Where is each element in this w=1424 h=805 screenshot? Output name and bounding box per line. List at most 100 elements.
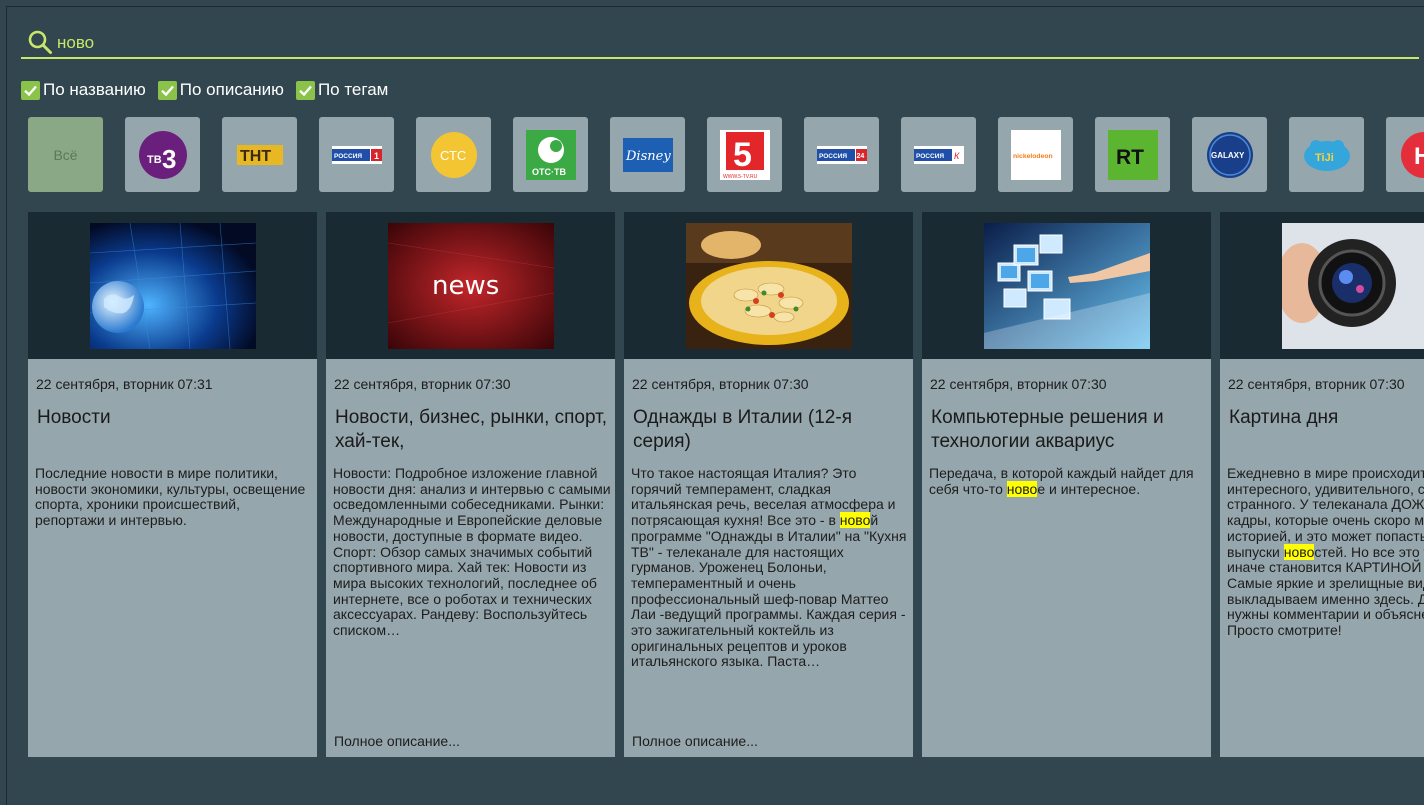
card-thumbnail-area xyxy=(624,212,913,359)
svg-text:GALAXY: GALAXY xyxy=(1211,151,1245,160)
program-cards: 22 сентября, вторник 07:31 Новости После… xyxy=(28,212,1424,757)
channel-sts[interactable]: СТС xyxy=(416,117,491,192)
card-date: 22 сентября, вторник 07:30 xyxy=(632,376,809,392)
tiji-logo: TiJi xyxy=(1303,139,1350,171)
svg-text:3: 3 xyxy=(162,144,176,174)
program-card[interactable]: 22 сентября, вторник 07:31 Новости После… xyxy=(28,212,317,757)
card-thumbnail-area: news xyxy=(326,212,615,359)
search-input[interactable] xyxy=(57,28,657,56)
nickelodeon-logo: nickelodeon xyxy=(1010,129,1061,180)
pasta-thumbnail xyxy=(685,222,852,349)
card-title: Компьютерные решения и технологии аквари… xyxy=(931,407,1164,452)
svg-text:ОТС·ТВ: ОТС·ТВ xyxy=(532,167,566,177)
technology-thumbnail xyxy=(983,222,1150,349)
channel-all[interactable]: Всё xyxy=(28,117,103,192)
desc-text: е и интересное. xyxy=(1037,480,1141,497)
check-icon xyxy=(24,85,37,96)
tnt-logo: ТНТ xyxy=(236,144,283,165)
filter-by-description[interactable]: По описанию xyxy=(157,80,284,100)
channel-list: Всё ТВ 3 ТНТ РОССИЯ 1 СТС ОТС·ТВ Disney … xyxy=(28,117,1424,192)
russia24-logo: РОССИЯ 24 xyxy=(816,145,867,164)
checkbox-title[interactable] xyxy=(21,80,40,100)
channel-tv3[interactable]: ТВ 3 xyxy=(125,117,200,192)
program-card[interactable]: 22 сентября, вторник 07:30 Картина дня Е… xyxy=(1220,212,1424,757)
desc-text: Новости: Подробное изложение главной нов… xyxy=(333,465,611,639)
channel-5[interactable]: 5 WWW.5-TV.RU xyxy=(707,117,782,192)
channel-otstv[interactable]: ОТС·ТВ xyxy=(513,117,588,192)
channel-nickelodeon[interactable]: nickelodeon xyxy=(998,117,1073,192)
channel-russiak[interactable]: РОССИЯ К xyxy=(901,117,976,192)
checkbox-tags[interactable] xyxy=(295,80,315,100)
app-frame: По названию По описанию По тегам Всё ТВ … xyxy=(6,6,1424,805)
filter-by-tags[interactable]: По тегам xyxy=(295,80,389,100)
card-description: Передача, в которой каждый найдет для се… xyxy=(929,465,1207,497)
svg-text:Н: Н xyxy=(1414,143,1424,170)
channel-tiji[interactable]: TiJi xyxy=(1289,117,1364,192)
galaxy-logo: GALAXY xyxy=(1206,131,1253,178)
channel-galaxy[interactable]: GALAXY xyxy=(1192,117,1267,192)
rt-logo: RT xyxy=(1107,129,1158,180)
card-description: Новости: Подробное изложение главной нов… xyxy=(333,465,611,639)
channel-rt[interactable]: RT xyxy=(1095,117,1170,192)
check-icon xyxy=(160,85,174,96)
card-thumbnail-area xyxy=(1220,212,1424,359)
desc-text: й программе "Однажды в Италии" на "Кухня… xyxy=(631,512,907,670)
svg-text:Disney: Disney xyxy=(625,149,671,164)
program-card[interactable]: 22 сентября, вторник 07:30 Компьютерные … xyxy=(922,212,1211,757)
search-highlight: ново xyxy=(1283,543,1315,560)
svg-text:РОССИЯ: РОССИЯ xyxy=(916,153,944,160)
search-bar xyxy=(21,27,1419,59)
channel-tnt[interactable]: ТНТ xyxy=(222,117,297,192)
card-date: 22 сентября, вторник 07:31 xyxy=(36,376,213,392)
otstv-logo: ОТС·ТВ xyxy=(525,129,576,180)
tv3-logo: ТВ 3 xyxy=(138,130,187,179)
channel-all-label: Всё xyxy=(53,146,78,163)
svg-text:TiJi: TiJi xyxy=(1315,152,1334,164)
channel-russia24[interactable]: РОССИЯ 24 xyxy=(804,117,879,192)
sts-logo: СТС xyxy=(430,131,477,178)
card-thumbnail-area xyxy=(28,212,317,359)
camera-thumbnail xyxy=(1282,222,1424,349)
checkbox-description[interactable] xyxy=(157,80,177,100)
svg-text:СТС: СТС xyxy=(440,148,466,163)
card-date: 22 сентября, вторник 07:30 xyxy=(1228,376,1405,392)
full-description-link[interactable]: Полное описание... xyxy=(632,733,758,749)
filter-label: По названию xyxy=(43,80,146,99)
svg-text:nickelodeon: nickelodeon xyxy=(1013,153,1053,160)
svg-text:РОССИЯ: РОССИЯ xyxy=(819,153,847,160)
partial-channel-logo: Н xyxy=(1400,131,1424,178)
card-date: 22 сентября, вторник 07:30 xyxy=(930,376,1107,392)
card-thumbnail-area xyxy=(922,212,1211,359)
card-date: 22 сентября, вторник 07:30 xyxy=(334,376,511,392)
svg-text:24: 24 xyxy=(856,153,864,160)
search-icon[interactable] xyxy=(27,29,53,55)
program-card[interactable]: news 22 сентября, вторник 07:30 Новости,… xyxy=(326,212,615,757)
svg-text:ТНТ: ТНТ xyxy=(240,148,271,165)
svg-text:ТВ: ТВ xyxy=(147,154,162,166)
filter-by-title[interactable]: По названию xyxy=(21,80,146,100)
full-description-link[interactable]: Полное описание... xyxy=(334,733,460,749)
card-description: Ежедневно в мире происходит много интере… xyxy=(1227,465,1424,639)
svg-text:1: 1 xyxy=(374,151,379,161)
search-highlight: ново xyxy=(839,512,871,529)
disney-logo: Disney xyxy=(622,137,673,172)
russia1-logo: РОССИЯ 1 xyxy=(331,145,382,164)
card-description: Последние новости в мире политики, новос… xyxy=(35,465,313,529)
search-highlight: ново xyxy=(1006,480,1038,497)
svg-text:РОССИЯ: РОССИЯ xyxy=(334,153,362,160)
svg-text:К: К xyxy=(954,151,960,161)
card-title: Новости, бизнес, рынки, спорт, хай-тек, xyxy=(335,407,608,452)
svg-text:RT: RT xyxy=(1116,146,1144,169)
russiak-logo: РОССИЯ К xyxy=(913,145,964,164)
globe-news-thumbnail xyxy=(89,222,256,349)
check-icon xyxy=(299,85,312,96)
desc-text: Последние новости в мире политики, новос… xyxy=(35,465,306,529)
channel-disney[interactable]: Disney xyxy=(610,117,685,192)
channel5-logo: 5 WWW.5-TV.RU xyxy=(719,129,770,180)
program-card[interactable]: 22 сентября, вторник 07:30 Однажды в Ита… xyxy=(624,212,913,757)
channel-partial[interactable]: Н xyxy=(1386,117,1424,192)
search-filters: По названию По описанию По тегам xyxy=(21,79,388,101)
channel-russia1[interactable]: РОССИЯ 1 xyxy=(319,117,394,192)
card-title: Картина дня xyxy=(1229,407,1339,428)
filter-label: По тегам xyxy=(317,80,389,99)
